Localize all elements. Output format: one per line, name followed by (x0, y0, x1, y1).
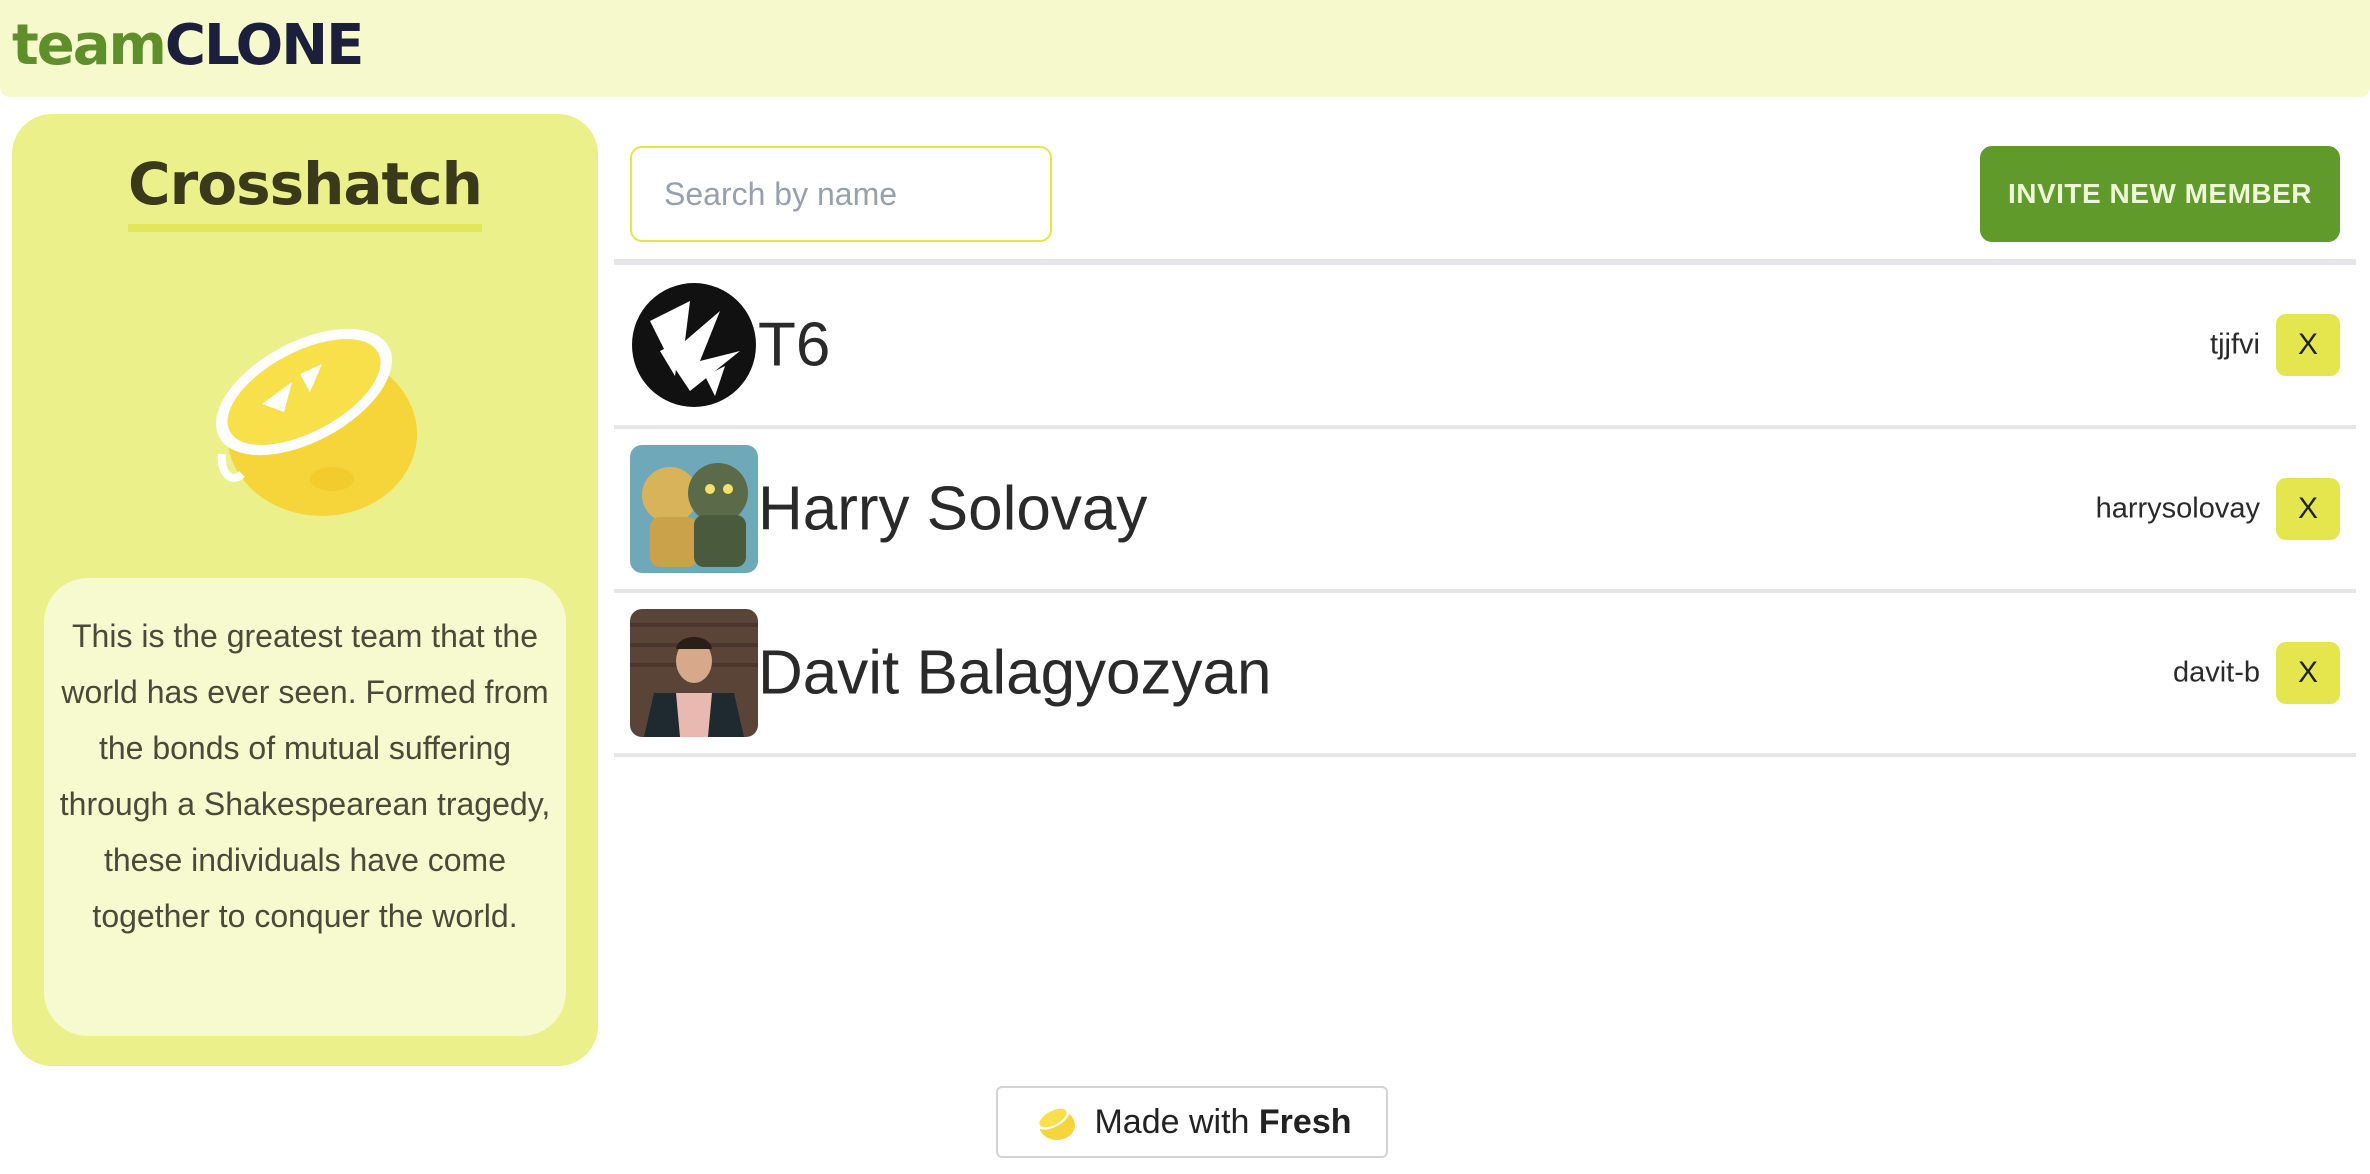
team-name: Crosshatch (128, 150, 483, 232)
top-bar: teamCLONE (0, 0, 2370, 97)
remove-member-button[interactable]: X (2276, 314, 2340, 376)
lemon-icon (216, 328, 417, 516)
made-with-text: Made with Fresh (1094, 1103, 1351, 1142)
made-with-label: Made with (1094, 1102, 1250, 1141)
member-row: Davit Balagyozyan davit-b X (614, 593, 2356, 757)
remove-member-button[interactable]: X (2276, 642, 2340, 704)
team-sidebar: Crosshatch This is the greatest team tha… (12, 114, 598, 1066)
avatar (630, 281, 758, 409)
logo-team-text: team (12, 13, 167, 78)
member-username: harrysolovay (2095, 492, 2260, 525)
member-username: tjjfvi (2210, 328, 2260, 361)
made-with-fresh-badge[interactable]: Made with Fresh (996, 1086, 1388, 1158)
member-name: T6 (758, 310, 831, 380)
invite-member-button[interactable]: INVITE NEW MEMBER (1980, 146, 2340, 242)
member-row: T6 tjjfvi X (614, 265, 2356, 429)
member-name: Davit Balagyozyan (758, 638, 1272, 708)
app-logo[interactable]: teamCLONE (12, 13, 365, 78)
team-name-heading: Crosshatch (12, 150, 598, 232)
avatar (630, 445, 758, 573)
member-row: Harry Solovay harrysolovay X (614, 429, 2356, 593)
lemon-icon (1037, 1106, 1076, 1140)
member-username: davit-b (2172, 656, 2260, 689)
remove-member-button[interactable]: X (2276, 478, 2340, 540)
fresh-brand: Fresh (1258, 1102, 1352, 1141)
member-name: Harry Solovay (758, 474, 1148, 544)
logo-clone-text: CLONE (164, 13, 365, 78)
search-input[interactable] (630, 146, 1052, 242)
team-description: This is the greatest team that the world… (44, 578, 566, 1036)
avatar (630, 609, 758, 737)
